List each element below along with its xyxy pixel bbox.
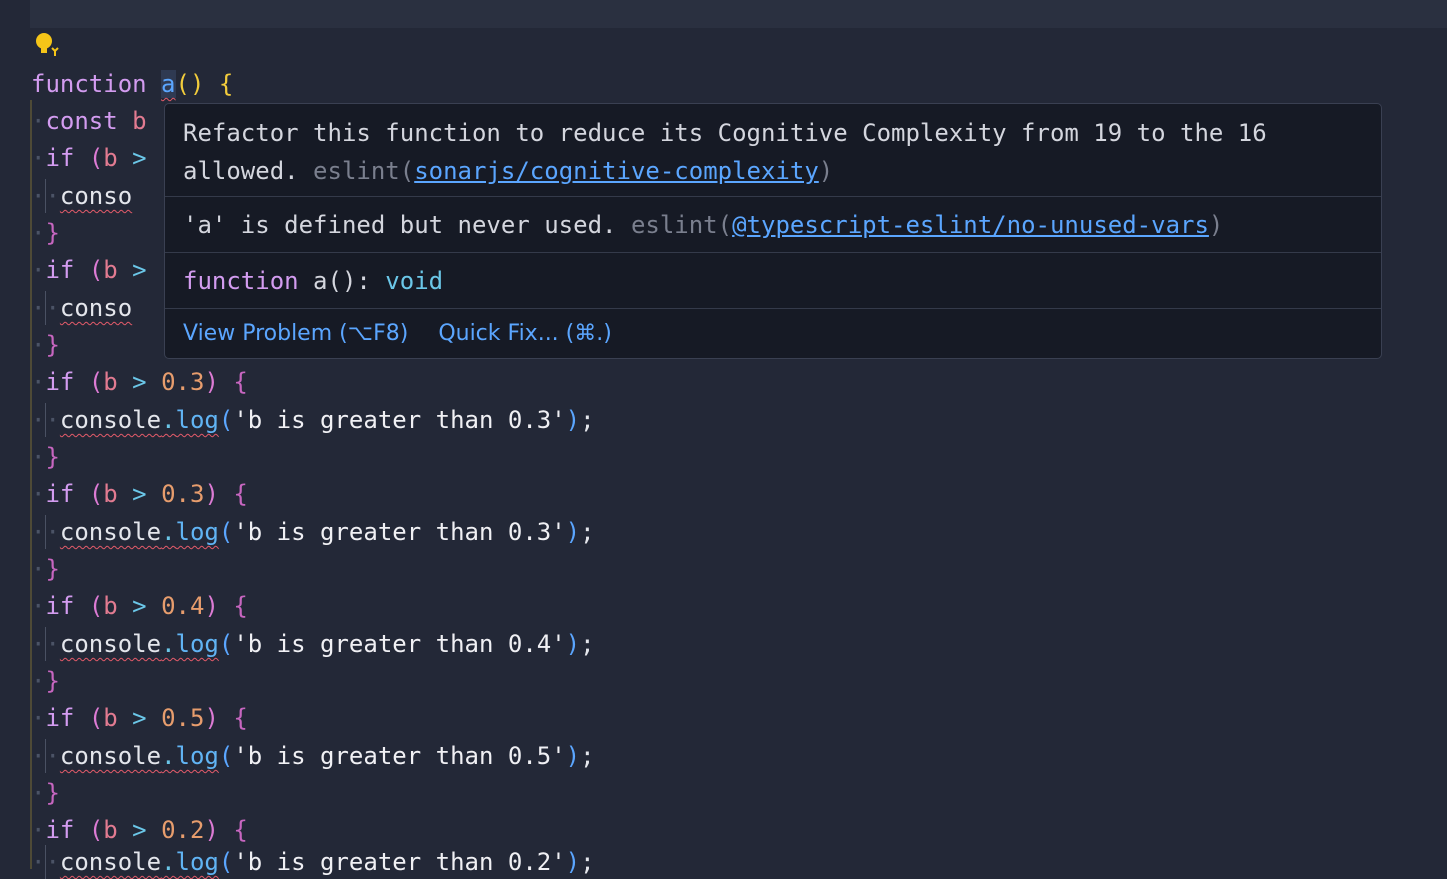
code-line: ·if (b > 0.3) { [31, 480, 248, 508]
code-line: ·if (b > 0.4) { [31, 592, 248, 620]
view-problem-button[interactable]: View Problem (⌥F8) [183, 309, 408, 358]
code-line: ·} [31, 219, 60, 247]
rule-link-no-unused-vars[interactable]: @typescript-eslint/no-unused-vars [732, 211, 1209, 239]
problem-cognitive-complexity: Refactor this function to reduce its Cog… [165, 104, 1381, 197]
code-line: ··console.log('b is greater than 0.3'); [31, 515, 595, 549]
function-signature: function a(): void [165, 253, 1381, 309]
code-line: ·if (b > 0.5) { [31, 704, 248, 732]
code-line: ·if (b > [31, 256, 147, 284]
quick-fix-button[interactable]: Quick Fix... (⌘.) [438, 309, 612, 358]
code-line: ··conso [31, 179, 132, 213]
code-line: ··console.log('b is greater than 0.3'); [31, 403, 595, 437]
code-line: ·} [31, 331, 60, 359]
code-line: ·if (b > 0.2) { [31, 816, 248, 844]
code-line: ·} [31, 443, 60, 471]
code-line: ·const b [31, 107, 147, 135]
function-name[interactable]: a [161, 70, 176, 98]
code-line: ··console.log('b is greater than 0.4'); [31, 627, 595, 661]
code-line: ·} [31, 555, 60, 583]
hover-actions: View Problem (⌥F8) Quick Fix... (⌘.) [165, 309, 1381, 358]
code-line: ·} [31, 779, 60, 807]
code-line: ·if (b > 0.3) { [31, 368, 248, 396]
code-line: ·if (b > [31, 144, 147, 172]
code-line: function a() { [31, 70, 234, 98]
code-line: ··console.log('b is greater than 0.5'); [31, 739, 595, 773]
code-line: ··console.log('b is greater than 0.2'); [31, 845, 595, 879]
code-line: ·} [31, 667, 60, 695]
problem-unused-vars: 'a' is defined but never used. eslint(@t… [165, 197, 1381, 253]
hover-widget: Refactor this function to reduce its Cog… [164, 103, 1382, 359]
rule-link-cognitive-complexity[interactable]: sonarjs/cognitive-complexity [414, 157, 819, 185]
code-line: ··conso [31, 291, 132, 325]
